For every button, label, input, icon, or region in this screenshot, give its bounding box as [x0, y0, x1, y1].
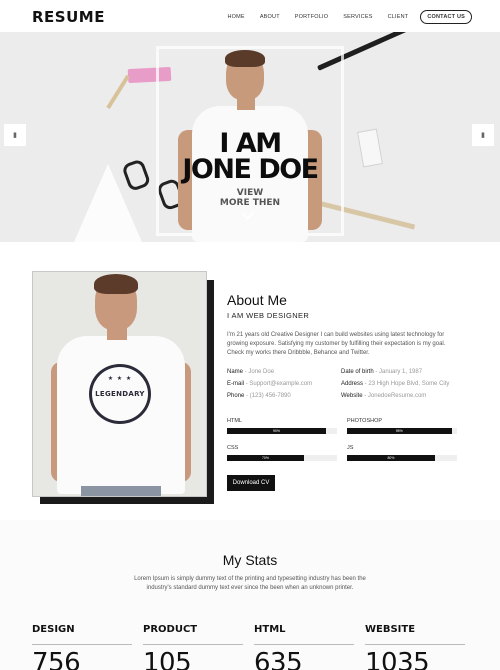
- skill-bar-js: 80%: [347, 455, 457, 461]
- slide-next-icon: ▮: [481, 132, 485, 139]
- skill-bar-fill: 80%: [347, 455, 435, 461]
- stat-divider: [32, 644, 132, 645]
- stat-name-product: PRODUCT: [143, 624, 198, 635]
- skill-percent-label: 80%: [387, 456, 395, 460]
- skill-bar-css: 70%: [227, 455, 337, 461]
- stats-title: My Stats: [222, 552, 278, 568]
- skill-name-css: CSS: [227, 445, 239, 451]
- hero-slider: I AM JONE DOE VIEW MORE THEN ▮ ▮: [0, 32, 500, 242]
- info-name-label: Name: [227, 369, 244, 375]
- main-menu: HOME ABOUT PORTFOLIO SERVICES CLIENT CON…: [213, 10, 472, 24]
- shirt-logo: ★ ★ ★ LEGENDARY: [89, 364, 151, 424]
- skill-bar-html: 90%: [227, 428, 337, 434]
- about-description: I'm 21 years old Creative Designer I can…: [227, 332, 446, 356]
- skill-bar-fill: 95%: [347, 428, 452, 434]
- download-cv-button[interactable]: Download CV: [227, 475, 275, 491]
- info-email: E-mail - Support@example.com: [227, 381, 313, 387]
- skill-bar-fill: 70%: [227, 455, 304, 461]
- info-name: Name - Jone Doe: [227, 369, 275, 375]
- nav-item-services[interactable]: SERVICES: [343, 14, 372, 20]
- slide-prev-icon: ▮: [13, 132, 17, 139]
- info-phone-value: (123) 456-7890: [249, 393, 291, 399]
- info-website-label: Website: [341, 393, 363, 399]
- info-dob-value: January 1, 1987: [379, 369, 423, 375]
- info-email-value[interactable]: Support@example.com: [249, 381, 312, 387]
- info-dob: Date of birth - January 1, 1987: [341, 369, 423, 375]
- stats-description: Lorem Ipsum is simply dummy text of the …: [134, 576, 366, 591]
- info-name-value: Jone Doe: [248, 369, 275, 375]
- nav-item-home[interactable]: HOME: [228, 14, 245, 20]
- hero-title-line1: I AM: [219, 128, 282, 159]
- skill-percent-label: 70%: [261, 456, 269, 460]
- view-more-link-line2[interactable]: MORE THEN: [0, 198, 500, 208]
- info-dob-label: Date of birth: [341, 369, 374, 375]
- nav-item-about[interactable]: ABOUT: [260, 14, 280, 20]
- info-address-value: 23 High Hope Blvd, Some City: [368, 381, 450, 387]
- skill-name-html: HTML: [227, 418, 242, 424]
- stat-divider: [143, 644, 243, 645]
- info-website: Website - JonedoeResume.com: [341, 393, 427, 399]
- stat-value-website: 1035: [365, 648, 430, 670]
- slide-next-button[interactable]: ▮: [472, 124, 494, 146]
- skill-percent-label: 95%: [395, 429, 403, 433]
- stat-name-design: DESIGN: [32, 624, 75, 635]
- skill-name-js: JS: [347, 445, 354, 451]
- site-logo[interactable]: RESUME: [32, 8, 105, 26]
- stat-value-product: 105: [143, 648, 192, 670]
- skill-name-photoshop: PHOTOSHOP: [347, 418, 383, 424]
- info-address-label: Address: [341, 381, 364, 387]
- skill-bar-photoshop: 95%: [347, 428, 457, 434]
- nav-item-client[interactable]: CLIENT: [388, 14, 409, 20]
- stat-name-html: HTML: [254, 624, 286, 635]
- stat-value-html: 635: [254, 648, 303, 670]
- nav-item-portfolio[interactable]: PORTFOLIO: [295, 14, 328, 20]
- small-pencil-image: [106, 74, 130, 110]
- info-phone-label: Phone: [227, 393, 245, 399]
- about-title: About Me: [227, 292, 287, 308]
- shirt-logo-text: LEGENDARY: [95, 390, 145, 398]
- info-email-label: E-mail: [227, 381, 245, 387]
- hero-title-line2: JONE DOE: [182, 154, 319, 185]
- skill-bar-fill: 90%: [227, 428, 326, 434]
- stat-divider: [254, 644, 354, 645]
- about-subtitle: I AM WEB DESIGNER: [227, 311, 310, 320]
- stat-divider: [365, 644, 465, 645]
- stat-name-website: WEBSITE: [365, 624, 416, 635]
- contact-us-button[interactable]: CONTACT US: [420, 10, 472, 24]
- slide-prev-button[interactable]: ▮: [4, 124, 26, 146]
- skill-percent-label: 90%: [272, 429, 280, 433]
- view-more-link-line1[interactable]: VIEW: [0, 188, 500, 198]
- info-address: Address - 23 High Hope Blvd, Some City: [341, 381, 450, 387]
- info-phone: Phone - (123) 456-7890: [227, 393, 291, 399]
- portrait-image: ★ ★ ★ LEGENDARY: [32, 271, 207, 497]
- stat-value-design: 756: [32, 648, 81, 670]
- info-website-value[interactable]: JonedoeResume.com: [368, 393, 426, 399]
- top-nav: RESUME HOME ABOUT PORTFOLIO SERVICES CLI…: [0, 0, 500, 32]
